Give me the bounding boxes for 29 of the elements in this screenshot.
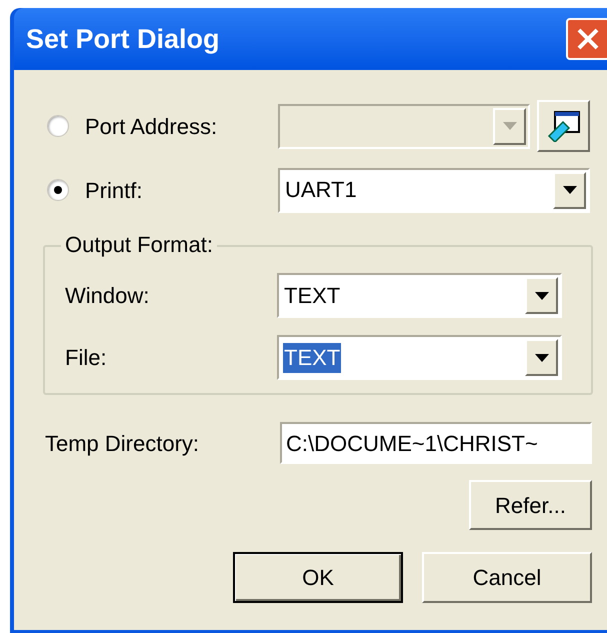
dropdown-field[interactable]: TEXT [277,335,562,380]
field-label: Window: [64,282,150,310]
browse-button[interactable] [537,100,590,152]
dropdown-button[interactable] [525,339,558,376]
caret-icon [562,186,576,194]
dropdown-field[interactable]: TEXT [277,273,562,318]
field-value: UART1 [284,176,358,204]
ok-button[interactable]: OK [233,552,403,603]
field-label: File: [64,344,108,372]
close-icon [576,27,600,51]
radio-button[interactable] [47,179,69,201]
dropdown-button[interactable] [525,277,558,314]
cancel-button[interactable]: Cancel [422,552,592,603]
caret-icon [534,354,548,362]
refer-button[interactable]: Refer... [469,480,592,530]
dropdown-field[interactable]: UART1 [278,168,590,212]
radio-button[interactable] [47,115,69,137]
caret-icon [534,292,548,300]
radio-label: Port Address: [85,112,218,140]
window-tag-icon [546,110,580,142]
field-value: TEXT [283,342,342,372]
dropdown-button[interactable] [553,172,586,208]
input-field[interactable]: C:\DOCUME~1\CHRIST~ [280,422,592,464]
field-label: Temp Directory: [44,430,200,458]
radio-label: Printf: [85,176,142,204]
window-title: Set Port Dialog [26,22,220,56]
field-value: TEXT [283,282,342,310]
close-button[interactable] [566,18,607,60]
caret-icon [502,122,516,130]
